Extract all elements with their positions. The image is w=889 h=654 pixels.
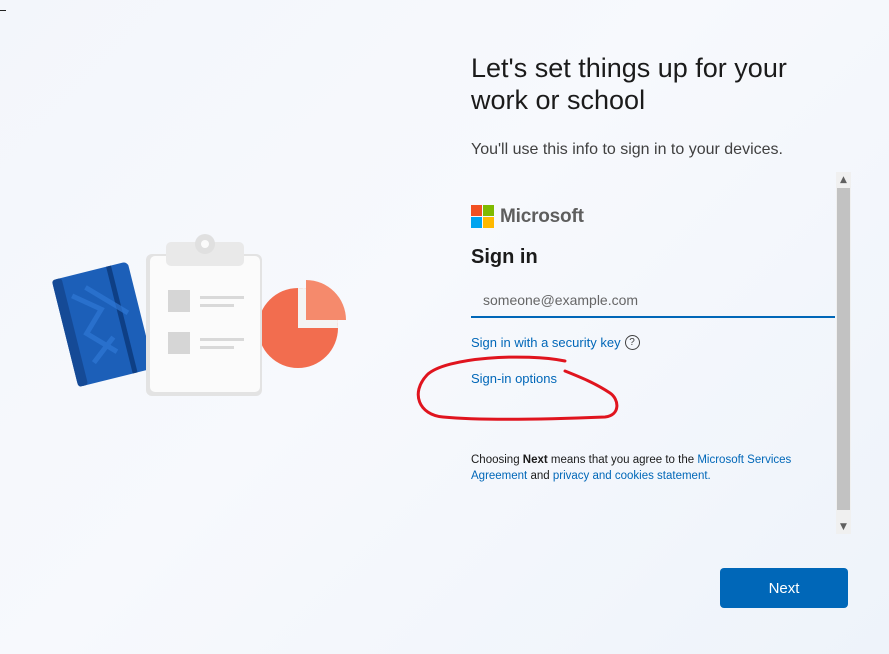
page-subtitle: You'll use this info to sign in to your … — [471, 141, 783, 158]
agreement-prefix: Choosing — [471, 454, 523, 466]
help-icon[interactable]: ? — [624, 335, 640, 350]
security-key-link-label: Sign in with a security key — [471, 335, 621, 350]
security-key-link[interactable]: Sign in with a security key ? — [471, 335, 640, 350]
notebook-icon — [52, 262, 153, 387]
chevron-up-icon[interactable]: ▲ — [836, 172, 851, 187]
pie-chart-icon — [258, 280, 346, 368]
microsoft-logo: Microsoft — [471, 205, 584, 228]
agreement-bold: Next — [522, 454, 548, 466]
agreement-text: Choosing Next means that you agree to th… — [471, 452, 821, 484]
signin-panel: Microsoft Sign in Sign in with a securit… — [471, 172, 835, 534]
panel-scrollbar[interactable]: ▲ ▼ — [836, 172, 851, 534]
clipboard-icon — [146, 234, 262, 396]
scrollbar-thumb[interactable] — [837, 188, 850, 510]
microsoft-logo-icon — [471, 205, 494, 228]
signin-options-link[interactable]: Sign-in options — [471, 371, 557, 386]
agreement-middle: means that you agree to the — [547, 454, 698, 466]
signin-heading: Sign in — [471, 246, 538, 268]
microsoft-wordmark: Microsoft — [500, 205, 584, 227]
privacy-statement-link[interactable]: privacy and cookies statement. — [553, 470, 711, 482]
corner-mark — [0, 10, 6, 11]
email-input[interactable] — [471, 284, 835, 318]
setup-illustration — [52, 234, 346, 396]
next-button[interactable]: Next — [720, 568, 848, 608]
page-title: Let's set things up for your work or sch… — [471, 53, 787, 115]
chevron-down-icon[interactable]: ▼ — [836, 519, 851, 534]
agreement-and: and — [527, 470, 553, 482]
